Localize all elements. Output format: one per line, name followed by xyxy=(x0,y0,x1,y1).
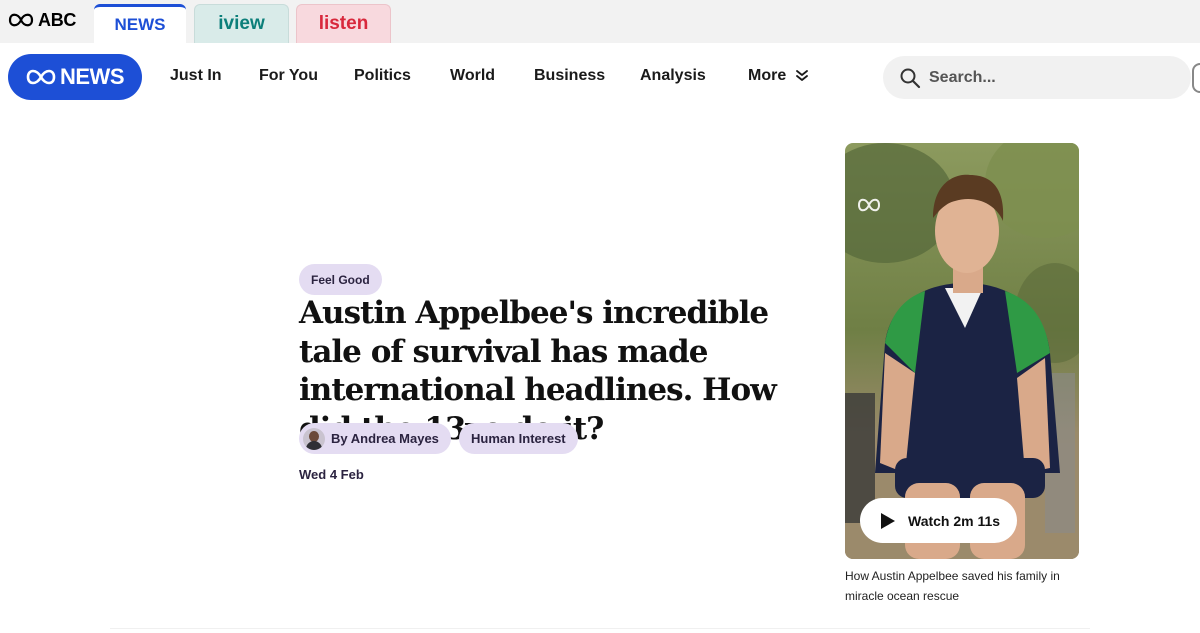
abc-news-logo-icon xyxy=(26,69,56,85)
network-bar: ABC NEWS iview listen xyxy=(0,0,1200,43)
nav-analysis[interactable]: Analysis xyxy=(640,67,706,85)
main-nav: NEWS Just In For You Politics World Busi… xyxy=(0,43,1200,111)
abc-watermark-icon xyxy=(857,198,881,212)
double-chevron-down-icon xyxy=(796,70,809,81)
video-thumbnail[interactable]: Watch 2m 11s xyxy=(845,143,1079,559)
divider xyxy=(110,628,1090,629)
nav-more-button[interactable]: More xyxy=(748,67,809,85)
nav-just-in[interactable]: Just In xyxy=(170,67,222,85)
byline-author[interactable]: By Andrea Mayes xyxy=(299,423,451,454)
nav-world[interactable]: World xyxy=(450,67,495,85)
nav-more-label: More xyxy=(748,67,787,84)
abc-home-link[interactable]: ABC xyxy=(8,9,76,31)
author-avatar xyxy=(303,427,325,450)
abc-logo-icon xyxy=(8,13,34,27)
author-name: By Andrea Mayes xyxy=(331,431,439,446)
abc-brand-text: ABC xyxy=(38,9,77,30)
search-icon xyxy=(900,68,921,88)
tab-listen[interactable]: listen xyxy=(296,4,391,43)
partial-button-edge[interactable] xyxy=(1192,63,1200,93)
tab-news[interactable]: NEWS xyxy=(94,4,186,43)
watch-duration-label: Watch 2m 11s xyxy=(908,512,1001,529)
abc-news-logo[interactable]: NEWS xyxy=(8,54,142,100)
tab-iview[interactable]: iview xyxy=(194,4,289,43)
watch-video-button[interactable]: Watch 2m 11s xyxy=(860,498,1017,543)
tag-feel-good[interactable]: Feel Good xyxy=(299,264,382,295)
topic-human-interest[interactable]: Human Interest xyxy=(459,423,578,454)
news-logo-text: NEWS xyxy=(60,64,125,89)
article-date: Wed 4 Feb xyxy=(299,467,364,482)
search-input[interactable] xyxy=(929,68,1169,87)
video-caption[interactable]: How Austin Appelbee saved his family in … xyxy=(845,567,1085,606)
nav-business[interactable]: Business xyxy=(534,67,605,85)
nav-politics[interactable]: Politics xyxy=(354,67,411,85)
search-box[interactable] xyxy=(883,56,1191,99)
play-icon xyxy=(881,512,895,529)
nav-for-you[interactable]: For You xyxy=(259,67,318,85)
